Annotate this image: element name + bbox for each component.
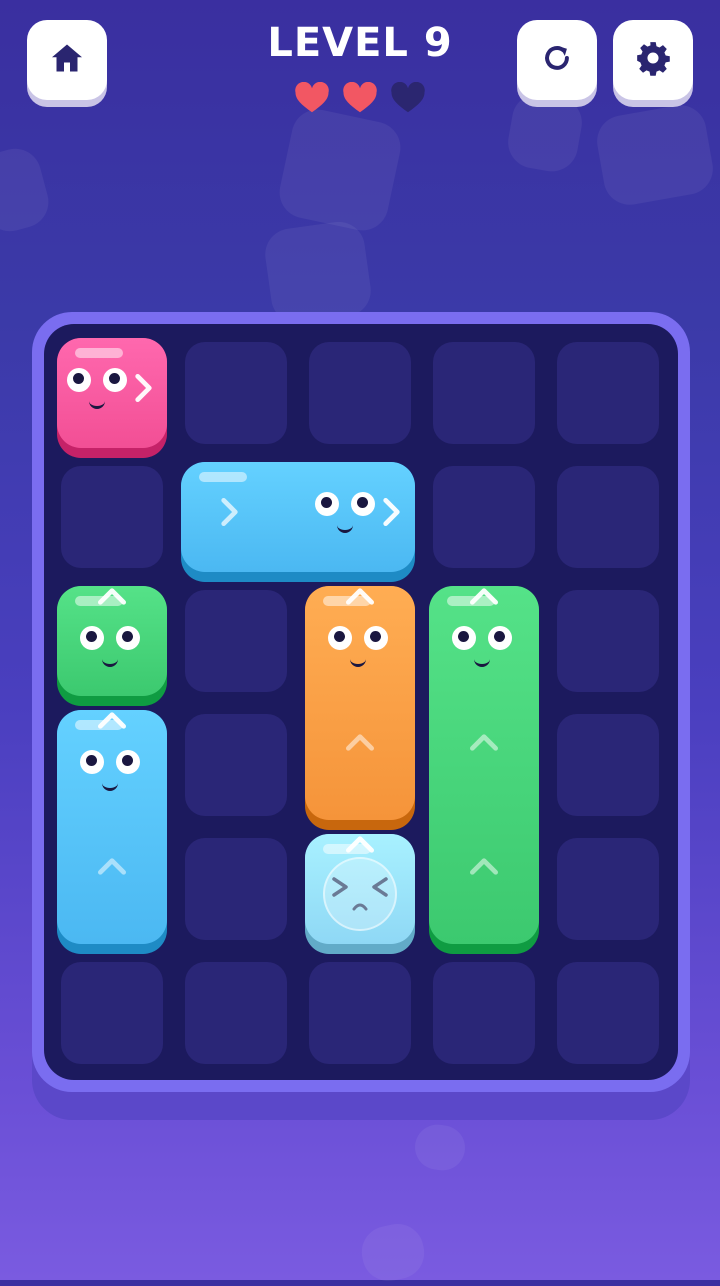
orange-block[interactable] xyxy=(305,586,415,830)
board-cell xyxy=(185,962,287,1064)
board-cell xyxy=(61,962,163,1064)
block-eye xyxy=(452,626,476,650)
heart-icon xyxy=(390,82,426,114)
arrow-up-icon xyxy=(346,732,374,764)
board-cell xyxy=(185,714,287,816)
heart-icon xyxy=(342,82,378,114)
board-cell xyxy=(433,466,535,568)
arrow-up-icon xyxy=(98,710,126,742)
board-cell xyxy=(61,466,163,568)
arrow-up-icon xyxy=(470,586,498,618)
settings-button[interactable] xyxy=(613,20,693,100)
board-cell xyxy=(309,962,411,1064)
block-eye xyxy=(364,626,388,650)
green-small-block[interactable] xyxy=(57,586,167,706)
board-cell xyxy=(433,962,535,1064)
block-eye xyxy=(351,492,375,516)
board-cell xyxy=(185,838,287,940)
block-eye xyxy=(315,492,339,516)
block-eye xyxy=(328,626,352,650)
blue-vertical-block[interactable] xyxy=(57,710,167,954)
arrow-right-icon xyxy=(381,498,409,530)
board-cell xyxy=(557,838,659,940)
background-tile xyxy=(0,142,55,238)
board-cell xyxy=(557,714,659,816)
board-cell xyxy=(557,590,659,692)
restart-icon xyxy=(540,41,574,79)
block-eye xyxy=(103,368,127,392)
block-eye xyxy=(67,368,91,392)
background-tile xyxy=(261,218,375,327)
arrow-up-icon xyxy=(346,834,374,866)
block-eye xyxy=(488,626,512,650)
block-shine xyxy=(75,348,123,358)
background-tile xyxy=(593,101,717,209)
block-eye xyxy=(116,626,140,650)
gear-icon xyxy=(634,39,672,81)
background-tile xyxy=(356,1219,430,1286)
block-eye xyxy=(116,750,140,774)
board-cell xyxy=(557,466,659,568)
board-cell xyxy=(309,342,411,444)
arrow-right-icon xyxy=(219,498,247,530)
restart-button[interactable] xyxy=(517,20,597,100)
blue-horizontal-block[interactable] xyxy=(181,462,415,582)
heart-icon xyxy=(294,82,330,114)
pink-block[interactable] xyxy=(57,338,167,458)
board-cell xyxy=(433,342,535,444)
board-cell xyxy=(185,590,287,692)
board-cell xyxy=(557,962,659,1064)
level-title: LEVEL 9 xyxy=(267,20,453,66)
arrow-up-icon xyxy=(98,586,126,618)
sad-face xyxy=(328,875,392,919)
frozen-block[interactable] xyxy=(305,834,415,954)
arrow-right-icon xyxy=(133,374,161,406)
arrow-up-icon xyxy=(98,856,126,888)
board-cell xyxy=(185,342,287,444)
arrow-up-icon xyxy=(470,732,498,764)
board-cell xyxy=(557,342,659,444)
lives-indicator xyxy=(0,82,720,114)
block-shine xyxy=(199,472,247,482)
block-eye xyxy=(80,626,104,650)
arrow-up-icon xyxy=(470,856,498,888)
background-tile xyxy=(412,1121,468,1174)
green-tall-block[interactable] xyxy=(429,586,539,954)
block-eye xyxy=(80,750,104,774)
arrow-up-icon xyxy=(346,586,374,618)
background-tile xyxy=(274,104,406,236)
